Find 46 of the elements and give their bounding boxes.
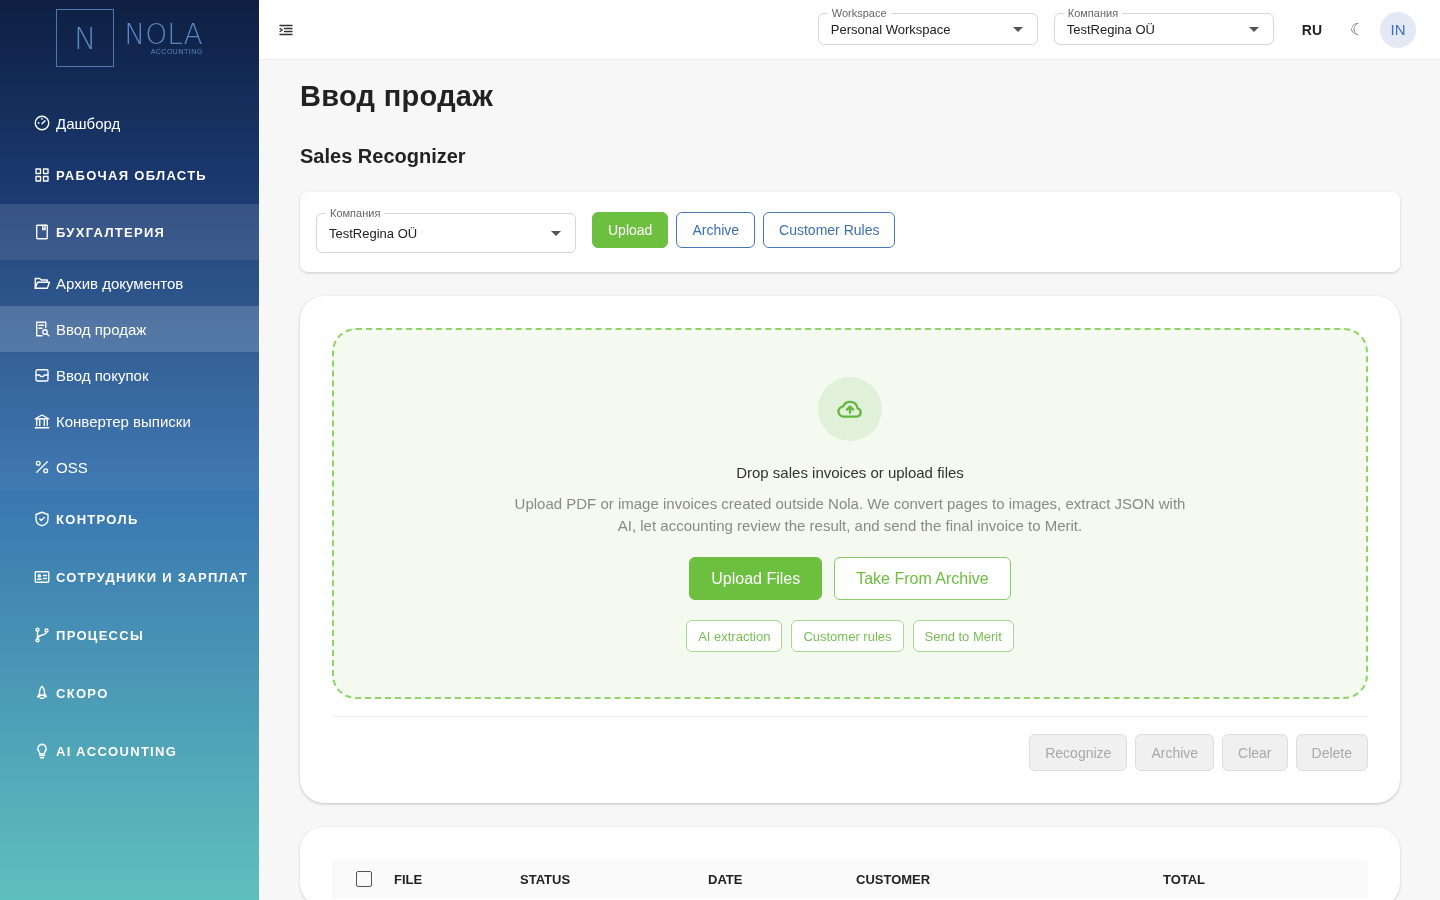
sidebar-section[interactable]: РАБОЧАЯ ОБЛАСТЬ	[0, 146, 259, 204]
drop-heading: Drop sales invoices or upload files	[736, 464, 964, 481]
sidebar-section[interactable]: ПРОЦЕССЫ	[0, 606, 259, 664]
sidebar-section[interactable]: AI ACCOUNTING	[0, 722, 259, 780]
sidebar-item[interactable]: Архив документов	[0, 260, 259, 306]
sidebar-item[interactable]: Конвертер выписки	[0, 398, 259, 444]
column-header[interactable]: FILE	[394, 871, 520, 887]
language-code[interactable]: RU	[1301, 21, 1322, 38]
gauge-icon	[33, 114, 51, 132]
sidebar-section[interactable]: СОТРУДНИКИ И ЗАРПЛАТ	[0, 548, 259, 606]
drop-description: Upload PDF or image invoices created outside Nola. We convert pages to images, extract JSON with AI, let accounting review the result, and send the final invoice to Merit.	[513, 494, 1187, 536]
caret-icon	[551, 230, 561, 236]
percent-icon	[33, 458, 51, 476]
feature-chip: Send to Merit	[912, 620, 1014, 652]
caret-icon	[1012, 26, 1023, 32]
sidebar-item[interactable]: Ввод покупок	[0, 352, 259, 398]
logo-mark: N	[56, 9, 115, 67]
toolbar-button[interactable]: Archive	[676, 211, 756, 248]
sidebar-item[interactable]: Ввод продаж	[0, 306, 259, 352]
column-header[interactable]: TOTAL	[1104, 871, 1264, 887]
avatar[interactable]: IN	[1380, 11, 1416, 48]
sidebar-item[interactable]: Дашборд	[0, 100, 259, 146]
receipt-search-icon	[33, 320, 51, 338]
id-card-icon	[33, 568, 51, 586]
bank-icon	[33, 412, 51, 430]
column-header[interactable]: CUSTOMER	[856, 871, 1104, 887]
grid-icon	[33, 166, 51, 184]
theme-toggle[interactable]: ☾	[1350, 20, 1364, 39]
sidebar-section[interactable]: КОНТРОЛЬ	[0, 490, 259, 548]
feature-chip: AI extraction	[686, 620, 783, 652]
column-header[interactable]: STATUS	[520, 871, 708, 887]
branch-icon	[33, 626, 51, 644]
checkbox[interactable]	[356, 871, 372, 887]
sidebar-section[interactable]: БУХГАЛТЕРИЯ	[0, 204, 259, 260]
toolbar-button[interactable]: Customer Rules	[763, 211, 896, 248]
sidebar-item[interactable]: OSS	[0, 444, 259, 490]
book-icon	[33, 223, 51, 241]
column-header[interactable]: DATE	[708, 871, 856, 887]
shield-icon	[33, 510, 51, 528]
sidebar-section[interactable]: СКОРО	[0, 664, 259, 722]
page-title: Ввод продаж	[300, 80, 495, 113]
feature-chip: Customer rules	[791, 620, 904, 652]
caret-icon	[1248, 26, 1259, 32]
logo-name: NOLA	[124, 21, 203, 49]
inbox-icon	[33, 366, 51, 384]
section-title: Sales Recognizer	[300, 145, 467, 168]
